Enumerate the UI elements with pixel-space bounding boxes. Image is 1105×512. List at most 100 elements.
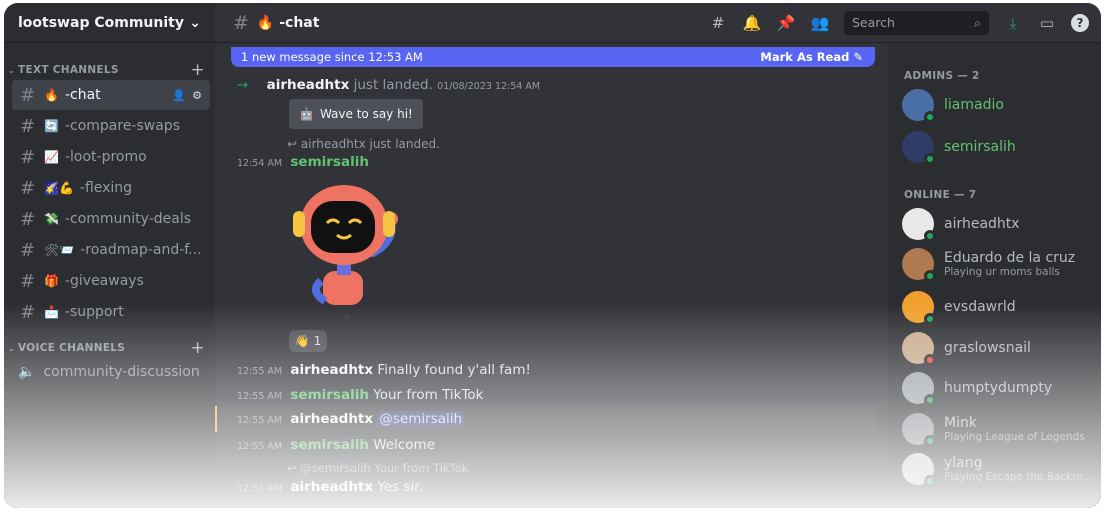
- message-username[interactable]: semirsalih: [290, 154, 369, 170]
- app-window: lootswap Community ⌄ ⌄ TEXT CHANNELS + # …: [4, 3, 1101, 508]
- new-messages-bar[interactable]: 1 new message since 12:53 AM Mark As Rea…: [231, 47, 875, 67]
- join-username[interactable]: airheadhtx: [267, 77, 350, 93]
- channel-item-giveaways[interactable]: # 🎁 -giveaways: [12, 266, 210, 296]
- message-3: 12:55 AM airheadhtx @semirsalih: [237, 411, 465, 427]
- member-item[interactable]: liamadio: [902, 89, 1004, 123]
- join-message: → airheadhtx just landed. 01/08/2023 12:…: [237, 77, 544, 93]
- member-item[interactable]: ylang Playing Escape the Backro...: [902, 453, 1093, 487]
- text-channels-category[interactable]: ⌄ TEXT CHANNELS +: [4, 60, 215, 80]
- wave-button-label: Wave to say hi!: [319, 107, 413, 121]
- member-item[interactable]: airheadhtx: [902, 208, 1020, 242]
- avatar: [902, 453, 936, 487]
- channel-item-flexing[interactable]: # 🌠💪 -flexing: [12, 173, 210, 203]
- member-item[interactable]: Mink Playing League of Legends: [902, 413, 1085, 447]
- add-channel-icon[interactable]: +: [190, 60, 205, 80]
- message-username[interactable]: airheadhtx: [290, 362, 373, 378]
- channel-emoji: 📈: [44, 150, 59, 164]
- channel-label: -support: [64, 304, 124, 320]
- channel-header: # 🔥 -chat # 🔔 📌 👥 Search ⌕ ⤓ ▭ ?: [215, 3, 1101, 43]
- voice-channel-community-discussion[interactable]: 🔈 community-discussion: [14, 357, 215, 387]
- channel-emoji: 🌠💪: [44, 181, 74, 195]
- hash-icon: #: [20, 84, 36, 106]
- member-name: semirsalih: [944, 139, 1016, 155]
- reply-reference[interactable]: ↩ airheadhtx just landed.: [287, 137, 440, 151]
- hash-icon: #: [20, 270, 36, 292]
- member-item[interactable]: Eduardo de la cruz Playing ur moms balls: [902, 248, 1075, 282]
- chevron-down-icon: ⌄: [8, 343, 16, 353]
- member-item[interactable]: evsdawrld: [902, 291, 1016, 325]
- member-activity: Playing ur moms balls: [944, 266, 1060, 278]
- member-activity: Playing Escape the Backro...: [944, 471, 1093, 483]
- avatar: [902, 291, 936, 325]
- member-name: liamadio: [944, 97, 1004, 113]
- channel-label: -giveaways: [64, 273, 144, 289]
- message-username[interactable]: airheadhtx: [290, 479, 373, 495]
- gear-icon[interactable]: ⚙: [192, 89, 202, 102]
- message-4: 12:55 AM semirsalih Welcome: [237, 437, 435, 453]
- search-input[interactable]: Search ⌕: [844, 10, 989, 35]
- member-item[interactable]: graslowsnail: [902, 332, 1031, 366]
- reply-text: @semirsalih Your from TikTok: [300, 461, 469, 475]
- reply-text: airheadhtx just landed.: [300, 137, 440, 151]
- channel-label: -community-deals: [64, 211, 192, 227]
- hash-icon: #: [20, 208, 36, 230]
- reply-icon: ↩: [287, 461, 297, 475]
- message-username[interactable]: semirsalih: [290, 387, 369, 403]
- avatar: [902, 131, 936, 165]
- channel-item-community-deals[interactable]: # 💸 -community-deals: [12, 204, 210, 234]
- channel-emoji: 🛠📨: [44, 243, 75, 257]
- message-timestamp: 12:55 AM: [237, 441, 283, 452]
- message-text: Finally found y'all fam!: [377, 362, 531, 378]
- download-icon[interactable]: ⤓: [1003, 14, 1023, 32]
- member-name: humptydumpty: [944, 380, 1053, 396]
- hash-icon: #: [20, 177, 36, 199]
- reply-reference[interactable]: ↩ @semirsalih Your from TikTok: [287, 461, 468, 475]
- pin-icon[interactable]: 📌: [776, 14, 796, 32]
- channel-emoji: 💸: [44, 212, 59, 226]
- wave-button[interactable]: 🤖 Wave to say hi!: [289, 99, 423, 129]
- threads-icon[interactable]: #: [708, 14, 728, 32]
- message-5: 12:55 AM airheadhtx Yes sir.: [237, 479, 423, 495]
- bell-icon[interactable]: 🔔: [742, 14, 762, 32]
- channel-emoji: 🎁: [44, 274, 59, 288]
- avatar: [902, 89, 936, 123]
- channel-title: 🔥 -chat: [256, 14, 320, 31]
- message-username[interactable]: airheadhtx: [290, 411, 373, 427]
- reaction-count: 1: [313, 334, 322, 348]
- message-username[interactable]: semirsalih: [290, 437, 369, 453]
- member-item[interactable]: semirsalih: [902, 131, 1016, 165]
- inbox-icon[interactable]: ▭: [1037, 14, 1057, 32]
- voice-channel-label: community-discussion: [43, 364, 200, 380]
- join-arrow-icon: →: [237, 77, 249, 93]
- robot-sticker: [291, 181, 401, 321]
- member-name: airheadhtx: [944, 216, 1020, 232]
- channel-item-loot-promo[interactable]: # 📈 -loot-promo: [12, 142, 210, 172]
- message-timestamp: 12:55 AM: [237, 415, 283, 426]
- hash-icon: #: [20, 239, 36, 261]
- hash-icon: #: [233, 11, 249, 34]
- member-activity: Playing League of Legends: [944, 431, 1085, 443]
- mention-chip[interactable]: @semirsalih: [377, 411, 465, 427]
- message-timestamp: 12:55 AM: [237, 391, 283, 402]
- channel-item-compare-swaps[interactable]: # 🔄 -compare-swaps: [12, 111, 210, 141]
- channel-item-roadmap[interactable]: # 🛠📨 -roadmap-and-f...: [12, 235, 210, 265]
- hash-icon: #: [20, 301, 36, 323]
- reaction-chip[interactable]: 👋 1: [289, 330, 327, 352]
- channel-item-support[interactable]: # 📩 -support: [12, 297, 210, 327]
- voice-channels-category[interactable]: ⌄ VOICE CHANNELS +: [4, 338, 215, 358]
- speaker-icon: 🔈: [18, 364, 36, 380]
- mark-as-read-button[interactable]: Mark As Read ✎: [760, 50, 863, 64]
- channel-label: -flexing: [79, 180, 133, 196]
- add-member-icon[interactable]: 👤: [172, 89, 186, 102]
- chevron-down-icon[interactable]: ⌄: [189, 15, 201, 31]
- members-icon[interactable]: 👥: [810, 14, 830, 32]
- add-channel-icon[interactable]: +: [190, 338, 205, 358]
- channel-item-chat[interactable]: # 🔥 -chat 👤 ⚙: [12, 80, 210, 110]
- message-text: Your from TikTok: [373, 387, 484, 403]
- message-timestamp: 12:55 AM: [237, 483, 283, 494]
- server-header[interactable]: lootswap Community ⌄: [4, 3, 215, 43]
- channel-label: -roadmap-and-f...: [80, 242, 202, 258]
- member-item[interactable]: humptydumpty: [902, 372, 1053, 406]
- help-icon[interactable]: ?: [1071, 13, 1089, 32]
- robot-sticker-icon: 🤖: [299, 107, 314, 121]
